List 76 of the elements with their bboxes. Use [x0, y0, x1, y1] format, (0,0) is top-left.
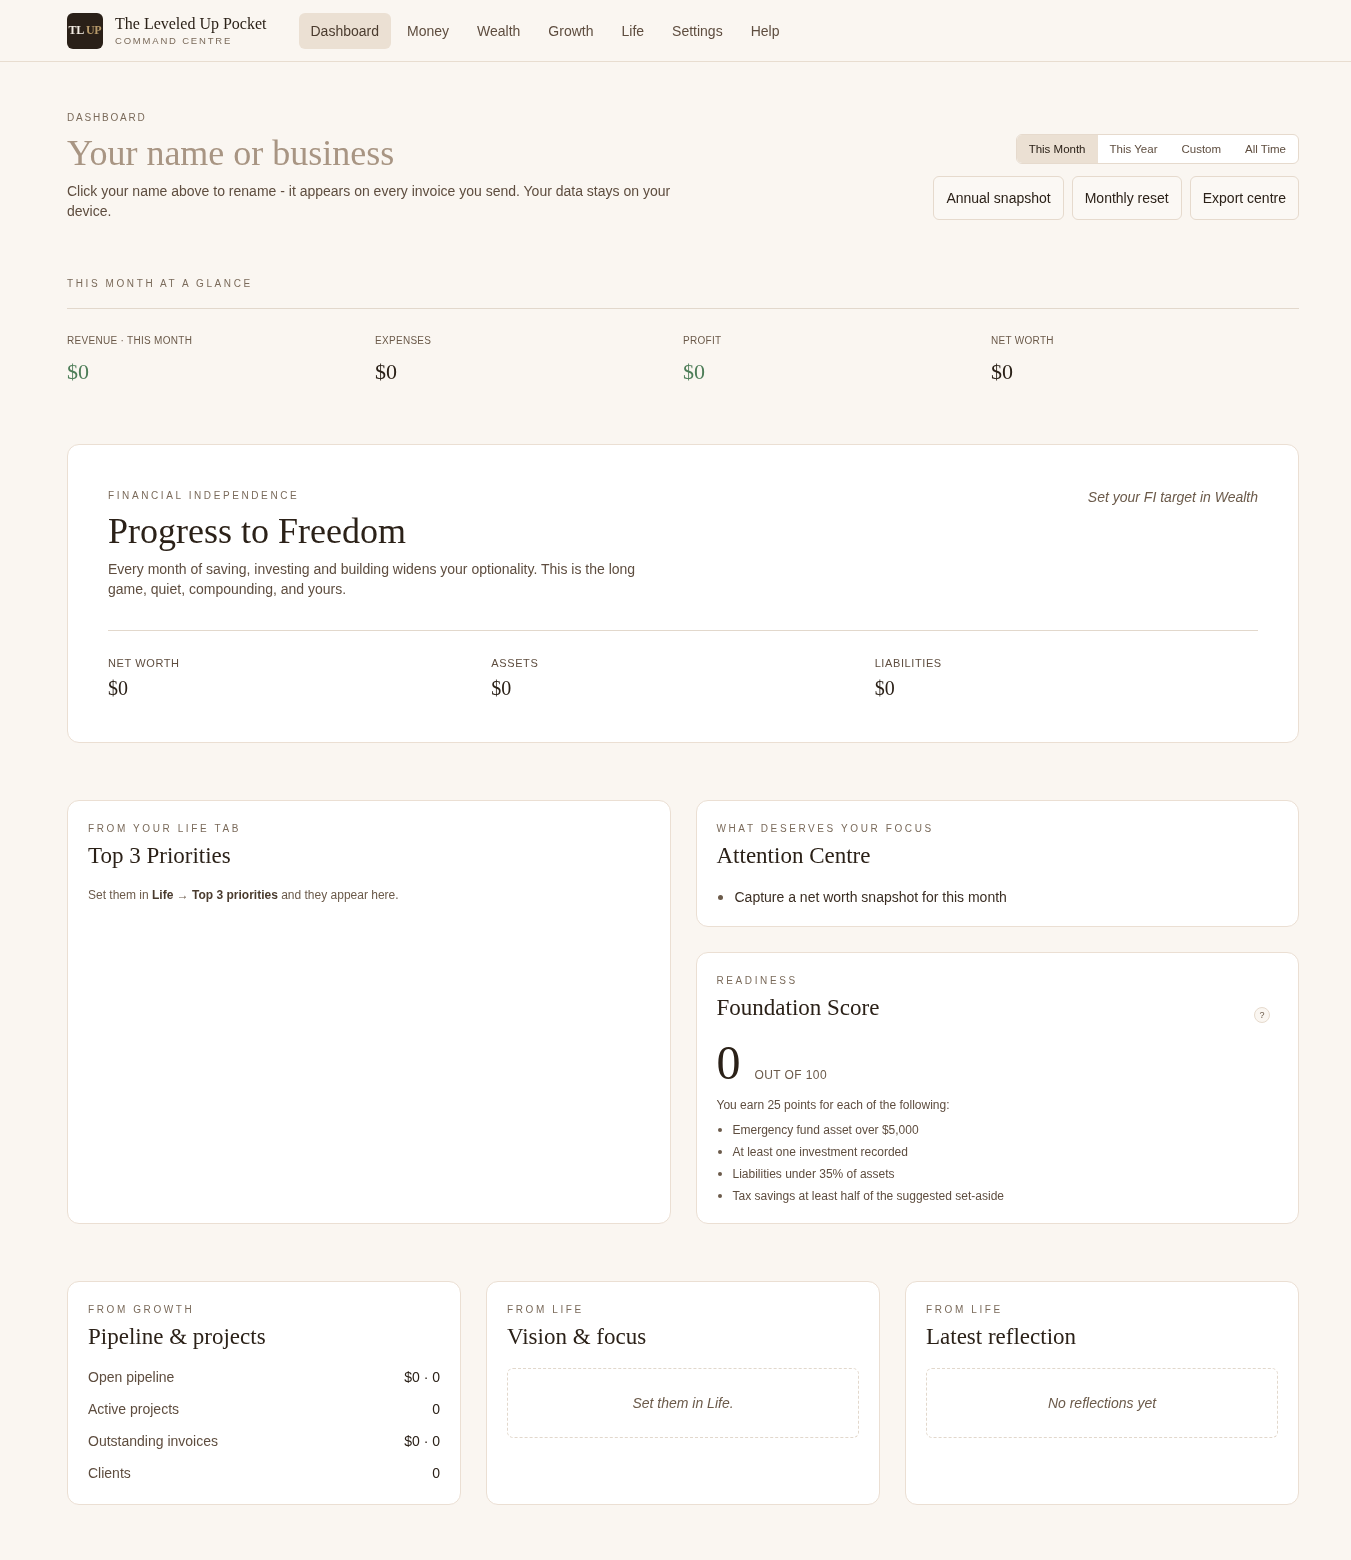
row-value: 0 — [432, 1401, 440, 1417]
brand-tagline: COMMAND CENTRE — [115, 33, 234, 48]
stat-value: $0 — [67, 358, 90, 386]
empty-state: Set them in Life. — [507, 1368, 859, 1438]
row-label: Clients — [88, 1465, 131, 1481]
card-eyebrow: WHAT DESERVES YOUR FOCUS — [716, 822, 935, 836]
card-title: Top 3 Priorities — [88, 842, 232, 870]
card-title: Progress to Freedom — [108, 510, 407, 553]
card-eyebrow: FINANCIAL INDEPENDENCE — [108, 489, 301, 503]
attention-item: Capture a net worth snapshot for this month — [734, 888, 1007, 906]
row-label: Open pipeline — [88, 1369, 175, 1385]
criteria-item: Emergency fund asset over $5,000 — [732, 1122, 919, 1138]
period-tab[interactable]: This Year — [1097, 135, 1170, 163]
empty-state: No reflections yet — [926, 1368, 1278, 1438]
page-description: Click your name above to rename - it appears on every invoice you send. Your data stays on your device. — [67, 182, 672, 221]
row-value: $0 · 0 — [404, 1369, 440, 1385]
brand-name: The Leveled Up Pocket — [115, 13, 267, 34]
stat-label: NET WORTH — [108, 656, 181, 670]
period-tab[interactable]: All Time — [1233, 135, 1298, 163]
criteria-item: Liabilities under 35% of assets — [732, 1166, 895, 1182]
nav-tab[interactable]: Settings — [660, 12, 735, 49]
bullet-icon — [717, 1150, 722, 1154]
page-eyebrow: DASHBOARD — [67, 111, 148, 125]
criteria-item: At least one investment recorded — [732, 1144, 908, 1160]
bullet-icon — [717, 894, 723, 900]
stat-label: NET WORTH — [991, 334, 1055, 348]
period-tab[interactable]: This Month — [1016, 135, 1098, 163]
card-eyebrow: FROM GROWTH — [88, 1303, 196, 1317]
card-description: Every month of saving, investing and building widens your optionality. This is the long game, quiet, compounding, and yours. — [108, 560, 637, 599]
help-button[interactable]: ? — [1254, 1007, 1270, 1023]
stat-label: PROFIT — [683, 334, 723, 348]
stat-value: $0 — [108, 676, 129, 700]
nav-tab[interactable]: Wealth — [465, 12, 533, 49]
bullet-icon — [717, 1172, 722, 1176]
card-eyebrow: READINESS — [716, 974, 799, 988]
row-label: Outstanding invoices — [88, 1433, 218, 1449]
bullet-icon — [717, 1128, 722, 1132]
card-title: Attention Centre — [716, 842, 872, 870]
logo-tile: TL UP — [67, 12, 103, 49]
card-eyebrow: FROM YOUR LIFE TAB — [88, 822, 242, 836]
criteria-item: Tax savings at least half of the suggested set-aside — [732, 1188, 1004, 1204]
section-title: THIS MONTH AT A GLANCE — [67, 277, 254, 291]
stat-label: LIABILITIES — [874, 656, 943, 670]
action-button[interactable]: Export centre — [1189, 176, 1299, 220]
stat-value: $0 — [683, 358, 706, 386]
card-title: Latest reflection — [926, 1323, 1078, 1351]
stat-value: $0 — [991, 358, 1014, 386]
card-title: Vision & focus — [507, 1323, 648, 1351]
score-suffix: OUT OF 100 — [754, 1068, 827, 1082]
stat-value: $0 — [874, 676, 896, 700]
stat-label: ASSETS — [491, 656, 540, 670]
action-button[interactable]: Annual snapshot — [933, 176, 1064, 220]
nav-tab[interactable]: Help — [738, 12, 792, 49]
priorities-note: Set them in Life → Top 3 priorities and they appear here. — [88, 887, 400, 903]
row-value: 0 — [432, 1465, 440, 1481]
card-eyebrow: FROM LIFE — [926, 1303, 1004, 1317]
nav-tab[interactable]: Dashboard — [298, 12, 391, 49]
stat-value: $0 — [491, 676, 513, 700]
action-button[interactable]: Monthly reset — [1071, 176, 1182, 220]
stat-value: $0 — [375, 358, 398, 386]
nav-tab[interactable]: Life — [609, 12, 657, 49]
stat-label: EXPENSES — [375, 334, 433, 348]
row-value: $0 · 0 — [404, 1433, 440, 1449]
card-title: Pipeline & projects — [88, 1323, 267, 1351]
nav-tab[interactable]: Growth — [536, 12, 606, 49]
score-value: 0 — [716, 1035, 741, 1091]
bullet-icon — [717, 1194, 722, 1198]
nav-tab[interactable]: Money — [395, 12, 462, 49]
fi-target-hint: Set your FI target in Wealth — [1087, 489, 1258, 505]
period-tab[interactable]: Custom — [1169, 135, 1234, 163]
card-title: Foundation Score — [716, 994, 880, 1022]
score-intro: You earn 25 points for each of the following: — [716, 1097, 951, 1113]
stat-label: REVENUE · THIS MONTH — [67, 334, 194, 348]
card-eyebrow: FROM LIFE — [507, 1303, 585, 1317]
name-field[interactable]: Your name or business — [67, 131, 727, 175]
row-label: Active projects — [88, 1401, 180, 1417]
